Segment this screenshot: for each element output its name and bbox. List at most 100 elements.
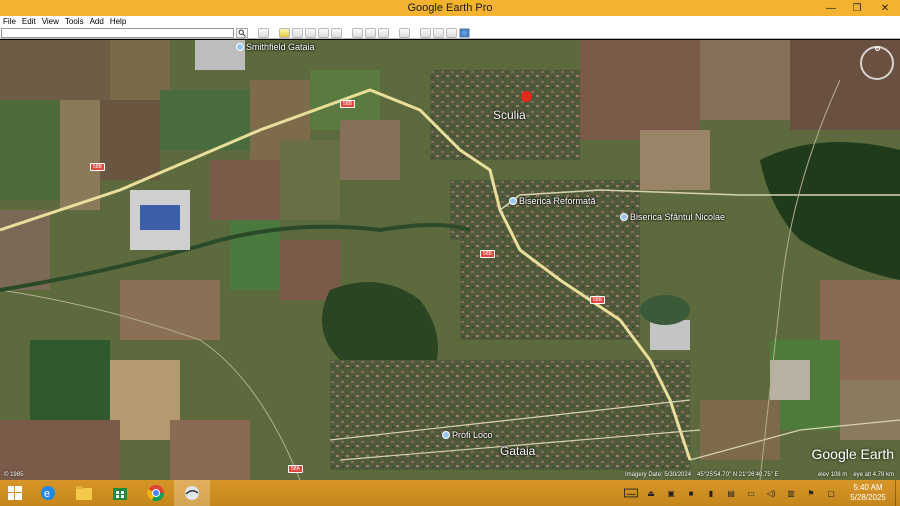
eye-altitude: eye alt 4.78 km [853, 471, 894, 478]
road-shield: 58B [90, 163, 105, 171]
search-icon [238, 29, 246, 37]
road-shield: 58B [340, 100, 355, 108]
system-tray: ⏏ ▣ ■ ▮ ▤ ▭ ◁) ▥ ⚑ ▢ 5:40 AM 5/28/2025 [621, 480, 900, 506]
historical-imagery-icon[interactable] [352, 27, 363, 38]
toolbar [0, 27, 900, 39]
network-icon[interactable]: ▤ [724, 488, 738, 498]
label-smithfield[interactable]: Smithfield Gataia [236, 42, 315, 52]
window-title: Google Earth Pro [407, 2, 493, 14]
copyright-text: © 1985 [4, 471, 24, 478]
menu-view[interactable]: View [42, 17, 59, 26]
store-button[interactable] [102, 480, 138, 506]
google-earth-button[interactable] [174, 480, 210, 506]
road-shield: 58B [590, 296, 605, 304]
label-sculia[interactable]: Sculia [493, 108, 526, 122]
placemark-icon[interactable] [279, 27, 290, 38]
elevation-info: elev 108 m eye alt 4.78 km [818, 472, 894, 478]
explorer-icon [76, 486, 92, 500]
map-status-bar: © 1985 Imagery Date: 5/30/2024 45°25'54.… [0, 469, 900, 480]
hide-sidebar-icon[interactable] [258, 27, 269, 38]
shopping-icon [442, 431, 450, 439]
church-icon [509, 197, 517, 205]
label-profi[interactable]: Profi Loco [442, 430, 493, 440]
search-button[interactable] [236, 27, 248, 38]
label-profi-text: Profi Loco [452, 430, 493, 440]
label-smithfield-text: Smithfield Gataia [246, 42, 315, 52]
chrome-icon [147, 485, 165, 502]
volume-icon[interactable]: ◁) [764, 488, 778, 498]
map-view[interactable]: Smithfield Gataia Sculia Biserica Reform… [0, 40, 900, 480]
planets-icon[interactable] [378, 27, 389, 38]
svg-text:e: e [44, 488, 50, 500]
ie-button[interactable]: e [30, 480, 66, 506]
navigation-compass[interactable] [860, 46, 894, 80]
compass-north-indicator[interactable] [875, 46, 880, 51]
app-tray-icon[interactable]: ▣ [664, 488, 678, 498]
toolbar-separator [344, 28, 350, 38]
email-icon[interactable] [420, 27, 431, 38]
show-desktop-button[interactable] [895, 480, 900, 506]
sun-icon[interactable] [365, 27, 376, 38]
elevation: elev 108 m [817, 471, 848, 478]
language-icon[interactable]: ▥ [784, 488, 798, 498]
menu-file[interactable]: File [3, 17, 16, 26]
google-earth-window: Google Earth Pro — ❐ ✕ File Edit View To… [0, 0, 900, 506]
battery-icon[interactable]: ▮ [704, 488, 718, 498]
road-shield: 58B [480, 250, 495, 258]
print-icon[interactable] [433, 27, 444, 38]
toolbar-separator [412, 28, 418, 38]
factory-icon [236, 43, 244, 51]
menu-help[interactable]: Help [110, 17, 126, 26]
chrome-button[interactable] [138, 480, 174, 506]
toolbar-separator [271, 28, 277, 38]
path-icon[interactable] [305, 27, 316, 38]
coordinates: 45°25'54.70" N 21°26'40.75" E [697, 471, 779, 478]
image-overlay-icon[interactable] [318, 27, 329, 38]
label-biserica-reformata-text: Biserica Reformată [519, 196, 596, 206]
church-icon [620, 213, 628, 221]
window-controls: — ❐ ✕ [818, 0, 900, 16]
label-biserica-reformata[interactable]: Biserica Reformată [509, 196, 596, 206]
store-icon [113, 488, 127, 500]
close-button[interactable]: ✕ [870, 0, 900, 16]
polygon-icon[interactable] [292, 27, 303, 38]
search-input[interactable] [1, 27, 234, 38]
menu-tools[interactable]: Tools [65, 17, 84, 26]
keyboard-glyph [624, 488, 638, 498]
minimize-button[interactable]: — [818, 0, 844, 16]
toolbar-icons [258, 27, 470, 38]
ruler-icon[interactable] [399, 27, 410, 38]
record-tour-icon[interactable] [331, 27, 342, 38]
display-icon[interactable]: ▭ [744, 488, 758, 498]
menu-edit[interactable]: Edit [22, 17, 36, 26]
clock-time: 5:40 AM [853, 483, 883, 492]
view-in-maps-icon[interactable] [459, 27, 470, 38]
label-biserica-sfantul-text: Biserica Sfântul Nicolae [630, 212, 726, 222]
label-gataia[interactable]: Gataia [500, 444, 535, 458]
title-bar: Google Earth Pro — ❐ ✕ [0, 0, 900, 16]
menu-bar: File Edit View Tools Add Help [0, 16, 900, 27]
keyboard-icon[interactable] [624, 488, 638, 498]
google-earth-logo: Google Earth [811, 446, 895, 462]
imagery-date: Imagery Date: 5/30/2024 [625, 471, 692, 478]
ie-icon: e [41, 486, 55, 500]
usb-icon[interactable]: ⏏ [644, 488, 658, 498]
save-image-icon[interactable] [446, 27, 457, 38]
action-center-icon[interactable]: ▢ [824, 488, 838, 498]
security-icon[interactable]: ■ [684, 488, 698, 498]
label-biserica-sfantul[interactable]: Biserica Sfântul Nicolae [620, 212, 725, 222]
satellite-imagery [0, 40, 900, 480]
start-icon [8, 486, 22, 500]
clock-date: 5/28/2025 [850, 493, 886, 502]
maximize-button[interactable]: ❐ [844, 0, 870, 16]
clock[interactable]: 5:40 AM 5/28/2025 [841, 483, 895, 503]
taskbar: e ⏏ ▣ ■ ▮ ▤ ▭ ◁) ▥ ⚑ ▢ 5:40 AM 5/28/2025 [0, 480, 900, 506]
toolbar-separator [391, 28, 397, 38]
file-explorer-button[interactable] [66, 480, 102, 506]
notification-flag-icon[interactable]: ⚑ [804, 488, 818, 498]
start-button[interactable] [0, 480, 30, 506]
google-earth-icon [185, 486, 199, 500]
menu-add[interactable]: Add [90, 17, 104, 26]
imagery-info: Imagery Date: 5/30/2024 45°25'54.70" N 2… [625, 472, 778, 478]
location-marker[interactable] [521, 91, 532, 102]
